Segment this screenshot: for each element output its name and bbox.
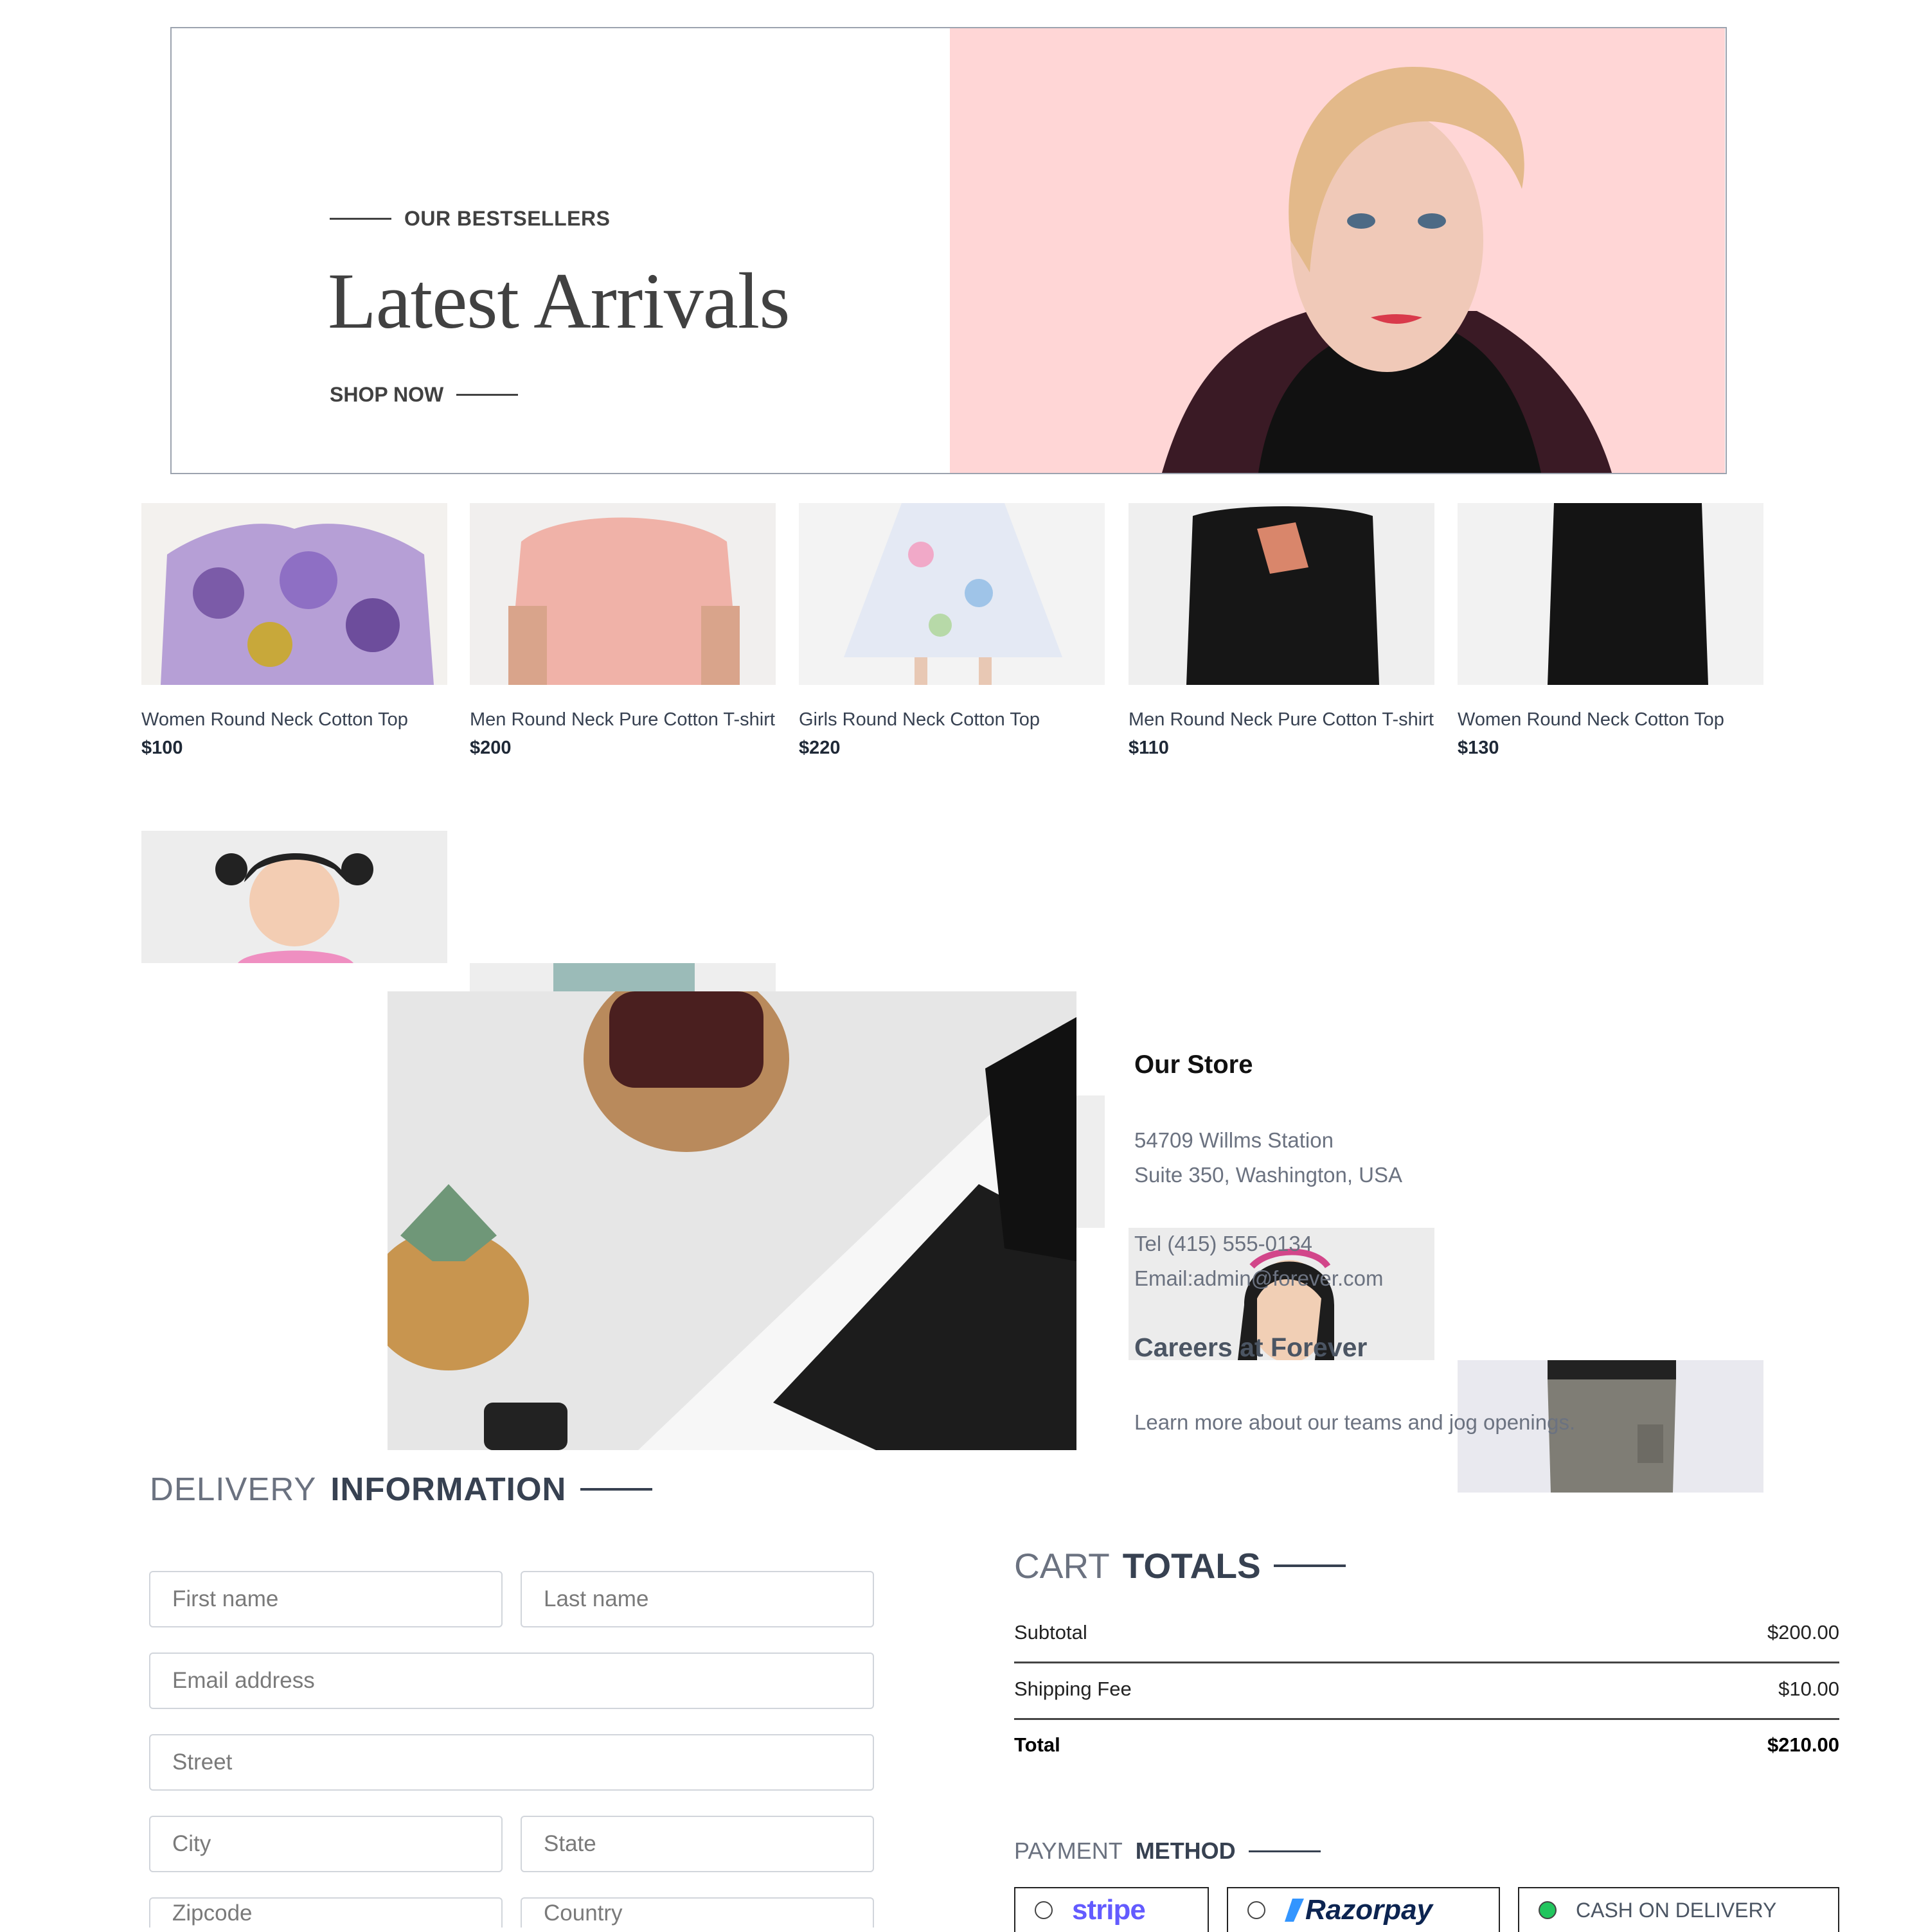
radio-icon[interactable] [1247, 1901, 1265, 1919]
product-image [470, 503, 776, 685]
divider [1014, 1718, 1839, 1720]
subtotal-row: Subtotal $200.00 [1014, 1621, 1839, 1644]
shipping-label: Shipping Fee [1014, 1678, 1132, 1700]
payment-method-title: PAYMENT METHOD [1014, 1838, 1321, 1865]
total-label: Total [1014, 1733, 1060, 1756]
radio-icon[interactable] [1035, 1901, 1053, 1919]
store-phone: Tel (415) 555-0134 [1134, 1232, 1313, 1255]
product-photo [1458, 503, 1763, 685]
product-card[interactable]: Women Round Neck Cotton Top $130 [1458, 503, 1763, 762]
divider-line [1248, 1850, 1321, 1852]
divider-line [456, 394, 519, 396]
product-price: $130 [1458, 738, 1499, 758]
email-input[interactable] [149, 1653, 874, 1709]
total-row: Total $210.00 [1014, 1733, 1839, 1757]
street-input[interactable] [149, 1734, 874, 1791]
store-image [388, 991, 1076, 1450]
store-address-line2: Suite 350, Washington, USA [1134, 1163, 1403, 1187]
delivery-title: DELIVERY INFORMATION [150, 1470, 653, 1508]
razorpay-logo: Razorpay [1285, 1894, 1433, 1926]
product-photo [799, 503, 1105, 685]
product-card[interactable]: Men Round Neck Pure Cotton T-shirt $200 [470, 503, 776, 762]
product-name: Girls Round Neck Cotton Top [799, 709, 1040, 730]
product-photo [141, 831, 447, 963]
first-name-input[interactable] [149, 1571, 503, 1627]
model-portrait [1162, 67, 1612, 473]
product-price: $220 [799, 738, 841, 758]
last-name-input[interactable] [521, 1571, 874, 1627]
product-name: Women Round Neck Cotton Top [1458, 709, 1724, 730]
stripe-logo: stripe [1072, 1894, 1146, 1926]
hero-image [950, 28, 1725, 473]
subtotal-label: Subtotal [1014, 1621, 1087, 1644]
shipping-value: $10.00 [1778, 1678, 1839, 1700]
divider-line [330, 218, 391, 220]
payment-title-a: PAYMENT [1014, 1838, 1123, 1864]
product-image [1458, 503, 1763, 685]
hero-text-panel [172, 28, 948, 473]
cod-label: CASH ON DELIVERY [1576, 1898, 1777, 1922]
hero-eyebrow-label: OUR BESTSELLERS [404, 207, 611, 230]
product-image [141, 503, 447, 685]
subtotal-value: $200.00 [1767, 1621, 1839, 1644]
product-photo [1129, 503, 1434, 685]
shop-now-link[interactable]: SHOP NOW [330, 383, 519, 407]
product-image [799, 503, 1105, 685]
divider-line [580, 1487, 653, 1491]
store-title: Our Store [1134, 1050, 1253, 1079]
product-name: Men Round Neck Pure Cotton T-shirt [1129, 709, 1434, 730]
product-price: $110 [1129, 738, 1169, 758]
cart-title-b: TOTALS [1122, 1546, 1261, 1586]
cart-totals-title: CART TOTALS [1014, 1545, 1346, 1586]
divider [1014, 1662, 1839, 1663]
delivery-title-a: DELIVERY [150, 1471, 317, 1507]
product-card[interactable]: Men Round Neck Pure Cotton T-shirt $110 [1129, 503, 1434, 762]
payment-title-b: METHOD [1135, 1838, 1236, 1864]
payment-option-cod[interactable]: CASH ON DELIVERY [1518, 1887, 1839, 1932]
careers-text: Learn more about our teams and jog openi… [1134, 1410, 1576, 1434]
store-address-line1: 54709 Willms Station [1134, 1128, 1334, 1152]
careers-title: Careers at Forever [1134, 1333, 1368, 1362]
product-image [1129, 503, 1434, 685]
product-photo [470, 503, 776, 685]
product-price: $200 [470, 738, 512, 758]
product-card[interactable]: Girls Round Neck Cotton Top $220 [799, 503, 1105, 762]
country-input[interactable] [521, 1897, 874, 1928]
radio-selected-icon[interactable] [1539, 1901, 1557, 1919]
product-photo [141, 503, 447, 685]
delivery-title-b: INFORMATION [330, 1471, 567, 1507]
state-input[interactable] [521, 1816, 874, 1872]
payment-option-stripe[interactable]: stripe [1014, 1887, 1209, 1932]
product-card[interactable]: Women Round Neck Cotton Top $100 [141, 503, 447, 762]
city-input[interactable] [149, 1816, 503, 1872]
shop-now-label: SHOP NOW [330, 383, 444, 406]
product-price: $100 [141, 738, 183, 758]
store-email: Email:admin@forever.com [1134, 1266, 1384, 1290]
razorpay-label: Razorpay [1305, 1894, 1433, 1926]
product-name: Women Round Neck Cotton Top [141, 709, 408, 730]
shipping-row: Shipping Fee $10.00 [1014, 1678, 1839, 1701]
hero-title: Latest Arrivals [328, 257, 790, 345]
hero-eyebrow: OUR BESTSELLERS [330, 207, 610, 231]
payment-option-razorpay[interactable]: Razorpay [1227, 1887, 1500, 1932]
product-image[interactable] [141, 831, 447, 963]
zipcode-input[interactable] [149, 1897, 503, 1928]
razorpay-mark-icon [1285, 1899, 1304, 1922]
desk-photo [388, 991, 1076, 1450]
divider-line [1273, 1564, 1346, 1567]
total-value: $210.00 [1767, 1733, 1839, 1756]
product-name: Men Round Neck Pure Cotton T-shirt [470, 709, 775, 730]
cart-title-a: CART [1014, 1546, 1110, 1586]
